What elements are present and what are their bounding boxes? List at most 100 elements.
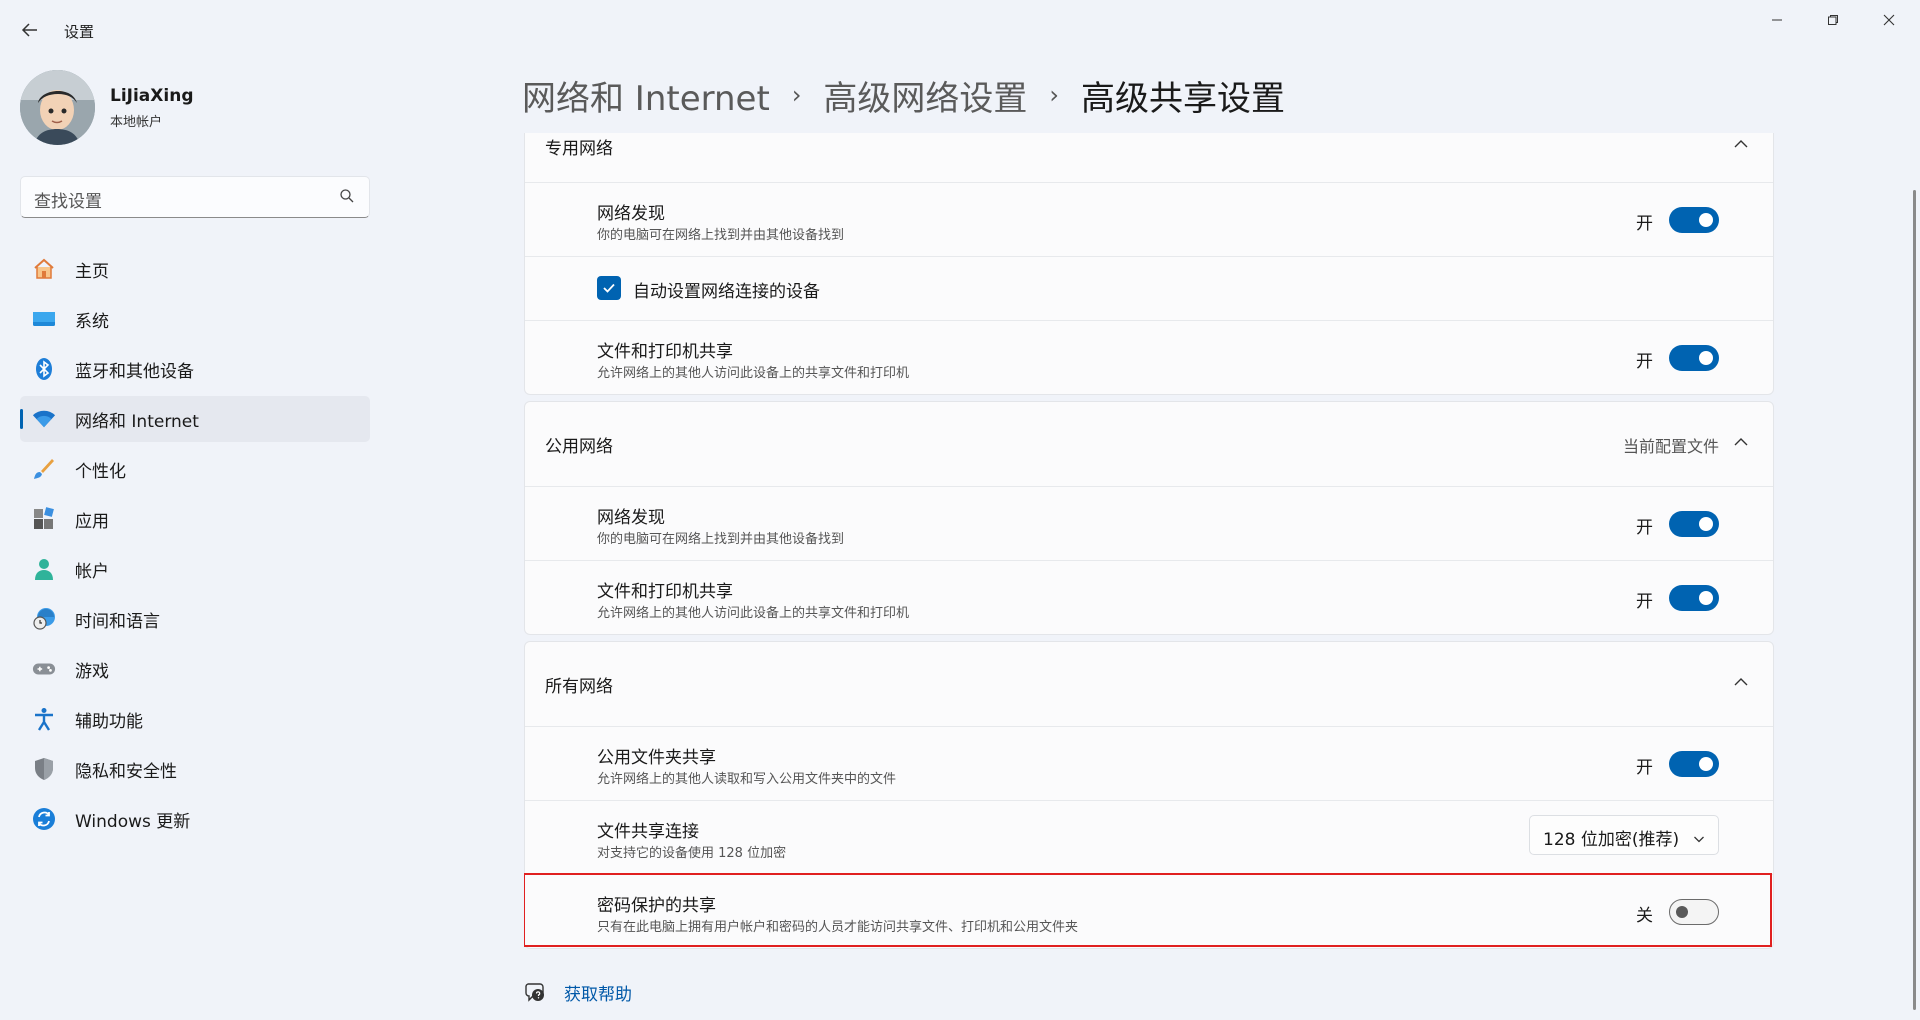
setting-title: 网络发现 (597, 204, 665, 224)
sidebar-item-network[interactable]: 网络和 Internet (20, 396, 370, 442)
sidebar-item-label: 网络和 Internet (75, 411, 199, 432)
breadcrumb-separator: › (1049, 81, 1060, 109)
breadcrumb-item-advanced-network[interactable]: 高级网络设置 (823, 71, 1027, 120)
sidebar-item-label: 帐户 (75, 561, 109, 582)
person-icon (32, 557, 56, 581)
sidebar-item-time-language[interactable]: 时间和语言 (20, 596, 370, 642)
setting-row-password-protected-sharing: 密码保护的共享 只有在此电脑上拥有用户帐户和密码的人员才能访问共享文件、打印机和… (524, 873, 1773, 948)
toggle-state-label: 关 (1636, 906, 1653, 926)
setting-description: 只有在此电脑上拥有用户帐户和密码的人员才能访问共享文件、打印机和公用文件夹 (597, 920, 1079, 935)
toggle-state-label: 开 (1636, 518, 1653, 538)
title-bar: 设置 (0, 0, 1920, 56)
get-help-link[interactable]: 获取帮助 (524, 978, 632, 1006)
help-label: 获取帮助 (564, 984, 632, 1005)
sidebar-item-accounts[interactable]: 帐户 (20, 546, 370, 592)
search-icon[interactable] (339, 188, 357, 206)
chevron-up-icon[interactable] (1733, 434, 1751, 452)
user-profile[interactable]: LiJiaXing 本地帐户 (20, 70, 350, 146)
sidebar-item-bluetooth[interactable]: 蓝牙和其他设备 (20, 346, 370, 392)
back-arrow-icon[interactable] (16, 16, 44, 44)
setting-description: 对支持它的设备使用 128 位加密 (597, 846, 787, 861)
sidebar-item-label: 辅助功能 (75, 711, 143, 732)
page-title: 高级共享设置 (1081, 78, 1286, 119)
setting-description: 你的电脑可在网络上找到并由其他设备找到 (597, 532, 845, 547)
sidebar-item-privacy[interactable]: 隐私和安全性 (20, 746, 370, 792)
network-discovery-toggle[interactable] (1669, 511, 1719, 537)
scrollbar[interactable] (1913, 190, 1916, 1010)
sidebar-nav: 主页 系统 蓝牙和其他设备 网络和 Internet 个性化 应用 帐户 时间和… (20, 246, 370, 846)
sidebar-item-label: 主页 (75, 261, 109, 282)
group-title: 所有网络 (545, 677, 613, 697)
file-printer-sharing-toggle[interactable] (1669, 345, 1719, 371)
group-header-all[interactable]: 所有网络 (525, 642, 1773, 726)
help-icon (524, 981, 546, 1003)
chevron-up-icon[interactable] (1733, 674, 1751, 692)
setting-title: 公用文件夹共享 (597, 748, 716, 768)
shield-icon (32, 757, 56, 781)
toggle-state-label: 开 (1636, 352, 1653, 372)
group-public-network: 公用网络 当前配置文件 网络发现 你的电脑可在网络上找到并由其他设备找到 开 文… (524, 401, 1774, 635)
setting-description: 你的电脑可在网络上找到并由其他设备找到 (597, 228, 845, 243)
toggle-state-label: 开 (1636, 214, 1653, 234)
close-icon[interactable] (1861, 6, 1917, 34)
group-title: 公用网络 (545, 437, 613, 457)
sidebar-item-accessibility[interactable]: 辅助功能 (20, 696, 370, 742)
account-type: 本地帐户 (110, 115, 163, 130)
network-discovery-toggle[interactable] (1669, 207, 1719, 233)
setting-row-private-file-printer: 文件和打印机共享 允许网络上的其他人访问此设备上的共享文件和打印机 开 (525, 320, 1773, 394)
password-protected-sharing-toggle[interactable] (1669, 899, 1719, 925)
sidebar-item-label: 应用 (75, 511, 109, 532)
setting-title: 文件和打印机共享 (597, 342, 733, 362)
sidebar-item-label: 时间和语言 (75, 611, 160, 632)
checkbox-label: 自动设置网络连接的设备 (633, 282, 820, 302)
sidebar-item-label: Windows 更新 (75, 811, 191, 832)
sidebar-item-system[interactable]: 系统 (20, 296, 370, 342)
setting-row-public-file-printer: 文件和打印机共享 允许网络上的其他人访问此设备上的共享文件和打印机 开 (525, 560, 1773, 634)
sidebar-item-home[interactable]: 主页 (20, 246, 370, 292)
setting-title: 文件和打印机共享 (597, 582, 733, 602)
sidebar-item-apps[interactable]: 应用 (20, 496, 370, 542)
encryption-dropdown[interactable]: 128 位加密(推荐) (1529, 815, 1719, 855)
globe-clock-icon (32, 607, 56, 631)
group-title: 专用网络 (545, 139, 613, 159)
settings-content: 专用网络 网络发现 你的电脑可在网络上找到并由其他设备找到 开 自动设置网络连接… (524, 133, 1774, 1020)
group-header-private[interactable]: 专用网络 (525, 133, 1773, 182)
sidebar-item-label: 蓝牙和其他设备 (75, 361, 194, 382)
minimize-icon[interactable] (1749, 6, 1805, 34)
setting-title: 网络发现 (597, 508, 665, 528)
breadcrumb-item-network[interactable]: 网络和 Internet (522, 71, 770, 120)
sidebar-item-label: 隐私和安全性 (75, 761, 177, 782)
bluetooth-icon (32, 357, 56, 381)
apps-icon (32, 507, 56, 531)
setting-title: 密码保护的共享 (597, 896, 716, 916)
file-printer-sharing-toggle[interactable] (1669, 585, 1719, 611)
chevron-up-icon[interactable] (1733, 136, 1751, 154)
chevron-down-icon (1693, 830, 1705, 843)
public-folder-sharing-toggle[interactable] (1669, 751, 1719, 777)
setting-row-file-sharing-connections: 文件共享连接 对支持它的设备使用 128 位加密 128 位加密(推荐) (525, 800, 1773, 874)
setting-description: 允许网络上的其他人访问此设备上的共享文件和打印机 (597, 366, 910, 381)
restore-icon[interactable] (1805, 6, 1861, 34)
gamepad-icon (32, 657, 56, 681)
user-name: LiJiaXing (110, 86, 194, 106)
toggle-state-label: 开 (1636, 758, 1653, 778)
setting-row-public-discovery: 网络发现 你的电脑可在网络上找到并由其他设备找到 开 (525, 486, 1773, 560)
search-input[interactable]: 查找设置 (20, 176, 370, 218)
auto-setup-checkbox[interactable] (597, 276, 621, 300)
sidebar-item-label: 游戏 (75, 661, 109, 682)
group-private-network: 专用网络 网络发现 你的电脑可在网络上找到并由其他设备找到 开 自动设置网络连接… (524, 133, 1774, 395)
sidebar-item-gaming[interactable]: 游戏 (20, 646, 370, 692)
home-icon (32, 257, 56, 281)
sidebar-item-windows-update[interactable]: Windows 更新 (20, 796, 370, 842)
setting-row-auto-setup: 自动设置网络连接的设备 (525, 256, 1773, 320)
setting-description: 允许网络上的其他人访问此设备上的共享文件和打印机 (597, 606, 910, 621)
update-icon (32, 807, 56, 831)
setting-row-public-folder: 公用文件夹共享 允许网络上的其他人读取和写入公用文件夹中的文件 开 (525, 726, 1773, 800)
group-header-public[interactable]: 公用网络 当前配置文件 (525, 402, 1773, 486)
setting-description: 允许网络上的其他人读取和写入公用文件夹中的文件 (597, 772, 897, 787)
sidebar-item-personalization[interactable]: 个性化 (20, 446, 370, 492)
accessibility-icon (32, 707, 56, 731)
wifi-icon (32, 407, 56, 431)
dropdown-value: 128 位加密(推荐) (1543, 830, 1680, 850)
toggle-state-label: 开 (1636, 592, 1653, 612)
